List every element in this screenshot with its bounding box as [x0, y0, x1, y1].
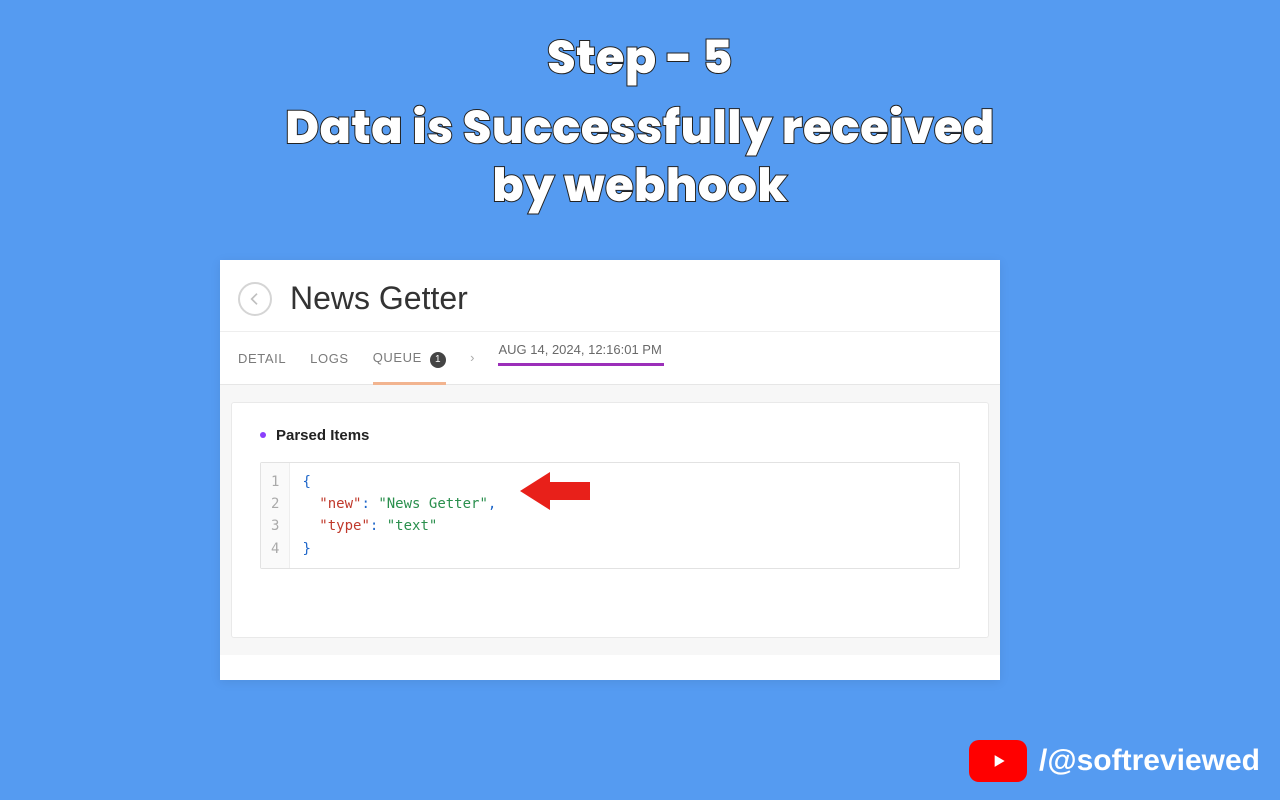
app-window: News Getter DETAIL LOGS QUEUE 1 › AUG 14…	[220, 260, 1000, 680]
code-content: { "new": "News Getter", "type": "text" }	[290, 463, 508, 569]
parsed-items-card: Parsed Items 1 2 3 4 { "new": "News Gett…	[232, 403, 988, 637]
bullet-icon	[260, 432, 266, 438]
tab-logs[interactable]: LOGS	[310, 333, 349, 382]
red-arrow-annotation	[520, 468, 590, 514]
section-header: Parsed Items	[260, 427, 960, 444]
line-number: 2	[271, 493, 279, 515]
line-number: 3	[271, 515, 279, 537]
code-brace: {	[302, 474, 310, 490]
page-title: News Getter	[290, 280, 468, 317]
header-bar: News Getter	[220, 260, 1000, 332]
code-brace: }	[302, 541, 310, 557]
tab-queue-label: QUEUE	[373, 350, 422, 365]
code-key: "type"	[319, 518, 370, 534]
youtube-watermark: /@softreviewed	[969, 740, 1260, 782]
subtitle-line1: Data is Successfully received	[0, 100, 1280, 158]
tabs: DETAIL LOGS QUEUE 1 › AUG 14, 2024, 12:1…	[220, 332, 1000, 385]
arrow-left-icon	[247, 291, 263, 307]
step-subtitle: Data is Successfully received by webhook	[0, 100, 1280, 215]
chevron-right-icon: ›	[470, 350, 474, 365]
youtube-handle: /@softreviewed	[1039, 744, 1260, 778]
code-value: "text"	[387, 518, 438, 534]
back-button[interactable]	[238, 282, 272, 316]
step-title: Step - 5	[0, 24, 1280, 93]
section-header-text: Parsed Items	[276, 427, 369, 444]
breadcrumb-timestamp[interactable]: AUG 14, 2024, 12:16:01 PM	[498, 342, 661, 373]
subtitle-line2: by webhook	[0, 158, 1280, 216]
tab-queue[interactable]: QUEUE 1	[373, 332, 446, 384]
code-key: "new"	[319, 496, 361, 512]
youtube-icon	[969, 740, 1027, 782]
code-comma: ,	[488, 496, 496, 512]
queue-count-badge: 1	[430, 352, 446, 368]
code-block: 1 2 3 4 { "new": "News Getter", "type": …	[260, 462, 960, 570]
line-gutter: 1 2 3 4	[261, 463, 290, 569]
tab-detail[interactable]: DETAIL	[238, 333, 286, 382]
line-number: 4	[271, 538, 279, 560]
body-area: Parsed Items 1 2 3 4 { "new": "News Gett…	[220, 385, 1000, 655]
line-number: 1	[271, 471, 279, 493]
code-value: "News Getter"	[378, 496, 488, 512]
